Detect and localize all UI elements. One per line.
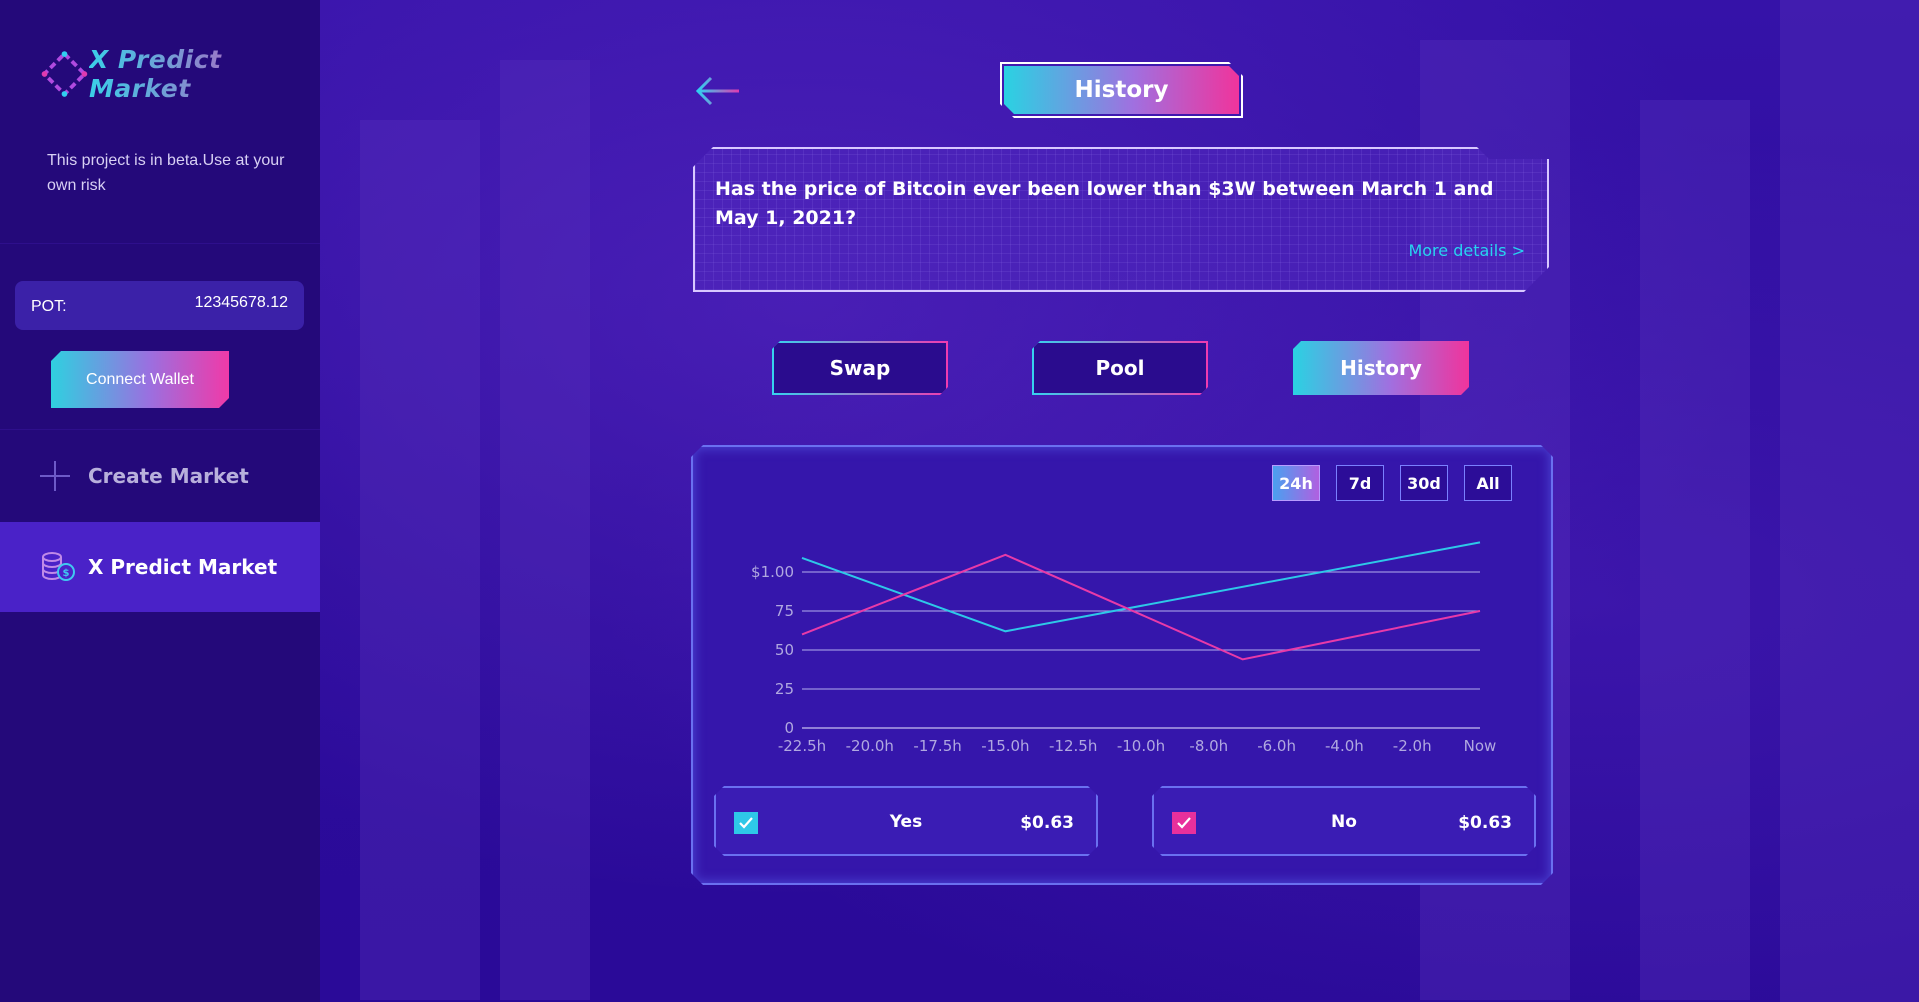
range-7d-button[interactable]: 7d <box>1336 465 1384 501</box>
series-line-yes <box>801 541 1481 633</box>
sidebar-item-create-market[interactable]: Create Market <box>0 430 320 522</box>
coins-icon: $ <box>42 552 75 581</box>
price-history-chart: 0 25 50 75 $1.00 -22.5h -20.0h -17.5h -15.0h -12.… <box>751 541 1497 755</box>
svg-text:$: $ <box>63 568 70 579</box>
x-tick-label: -6.0h <box>1257 737 1296 755</box>
x-tick-label: -22.5h <box>778 737 826 755</box>
tab-pool[interactable]: Pool <box>1032 341 1208 395</box>
x-tick-label: -17.5h <box>913 737 961 755</box>
sidebar-item-label: Create Market <box>88 464 249 488</box>
x-tick-label: -8.0h <box>1189 737 1228 755</box>
tab-swap[interactable]: Swap <box>772 341 948 395</box>
question-card: Has the price of Bitcoin ever been lower… <box>693 147 1549 292</box>
choice-no[interactable]: No $0.63 <box>1152 786 1536 856</box>
range-24h-button[interactable]: 24h <box>1272 465 1320 501</box>
divider <box>0 243 320 244</box>
pot-display: POT: 12345678.12 <box>15 281 304 330</box>
y-tick-label: 25 <box>775 680 794 698</box>
x-tick-label: Now <box>1464 737 1497 755</box>
more-details-link[interactable]: More details > <box>1408 241 1525 260</box>
beta-notice: This project is in beta.Use at your own … <box>47 152 285 194</box>
choice-price: $0.63 <box>1020 813 1074 833</box>
pot-label: POT: <box>31 298 67 315</box>
choice-price: $0.63 <box>1458 813 1512 833</box>
x-tick-label: -15.0h <box>981 737 1029 755</box>
tab-history[interactable]: History <box>1293 341 1469 395</box>
y-tick-label: 50 <box>775 641 794 659</box>
page-title: History <box>1004 66 1239 114</box>
y-tick-label: 75 <box>775 602 794 620</box>
pot-value: 12345678.12 <box>194 294 288 311</box>
connect-wallet-button[interactable]: Connect Wallet <box>51 351 229 408</box>
x-tick-label: -4.0h <box>1325 737 1364 755</box>
series-line-no <box>801 553 1481 661</box>
diamond-logo-icon <box>41 51 88 97</box>
range-30d-button[interactable]: 30d <box>1400 465 1448 501</box>
sidebar-item-x-predict-market[interactable]: $ X Predict Market <box>0 522 320 612</box>
plus-icon <box>40 461 70 491</box>
x-tick-label: -2.0h <box>1393 737 1432 755</box>
y-tick-label: $1.00 <box>751 563 794 581</box>
brand-name: X Predict Market <box>89 45 320 103</box>
choice-yes[interactable]: Yes $0.63 <box>714 786 1098 856</box>
sidebar-item-label: X Predict Market <box>88 555 278 579</box>
question-text: Has the price of Bitcoin ever been lower… <box>715 178 1494 229</box>
sidebar: X Predict Market This project is in beta… <box>0 0 320 1002</box>
x-tick-label: -20.0h <box>846 737 894 755</box>
range-all-button[interactable]: All <box>1464 465 1512 501</box>
x-tick-label: -10.0h <box>1117 737 1165 755</box>
brand-logo[interactable]: X Predict Market <box>36 44 320 104</box>
arrow-left-icon[interactable] <box>695 74 741 108</box>
x-tick-label: -12.5h <box>1049 737 1097 755</box>
y-tick-label: 0 <box>784 719 794 737</box>
